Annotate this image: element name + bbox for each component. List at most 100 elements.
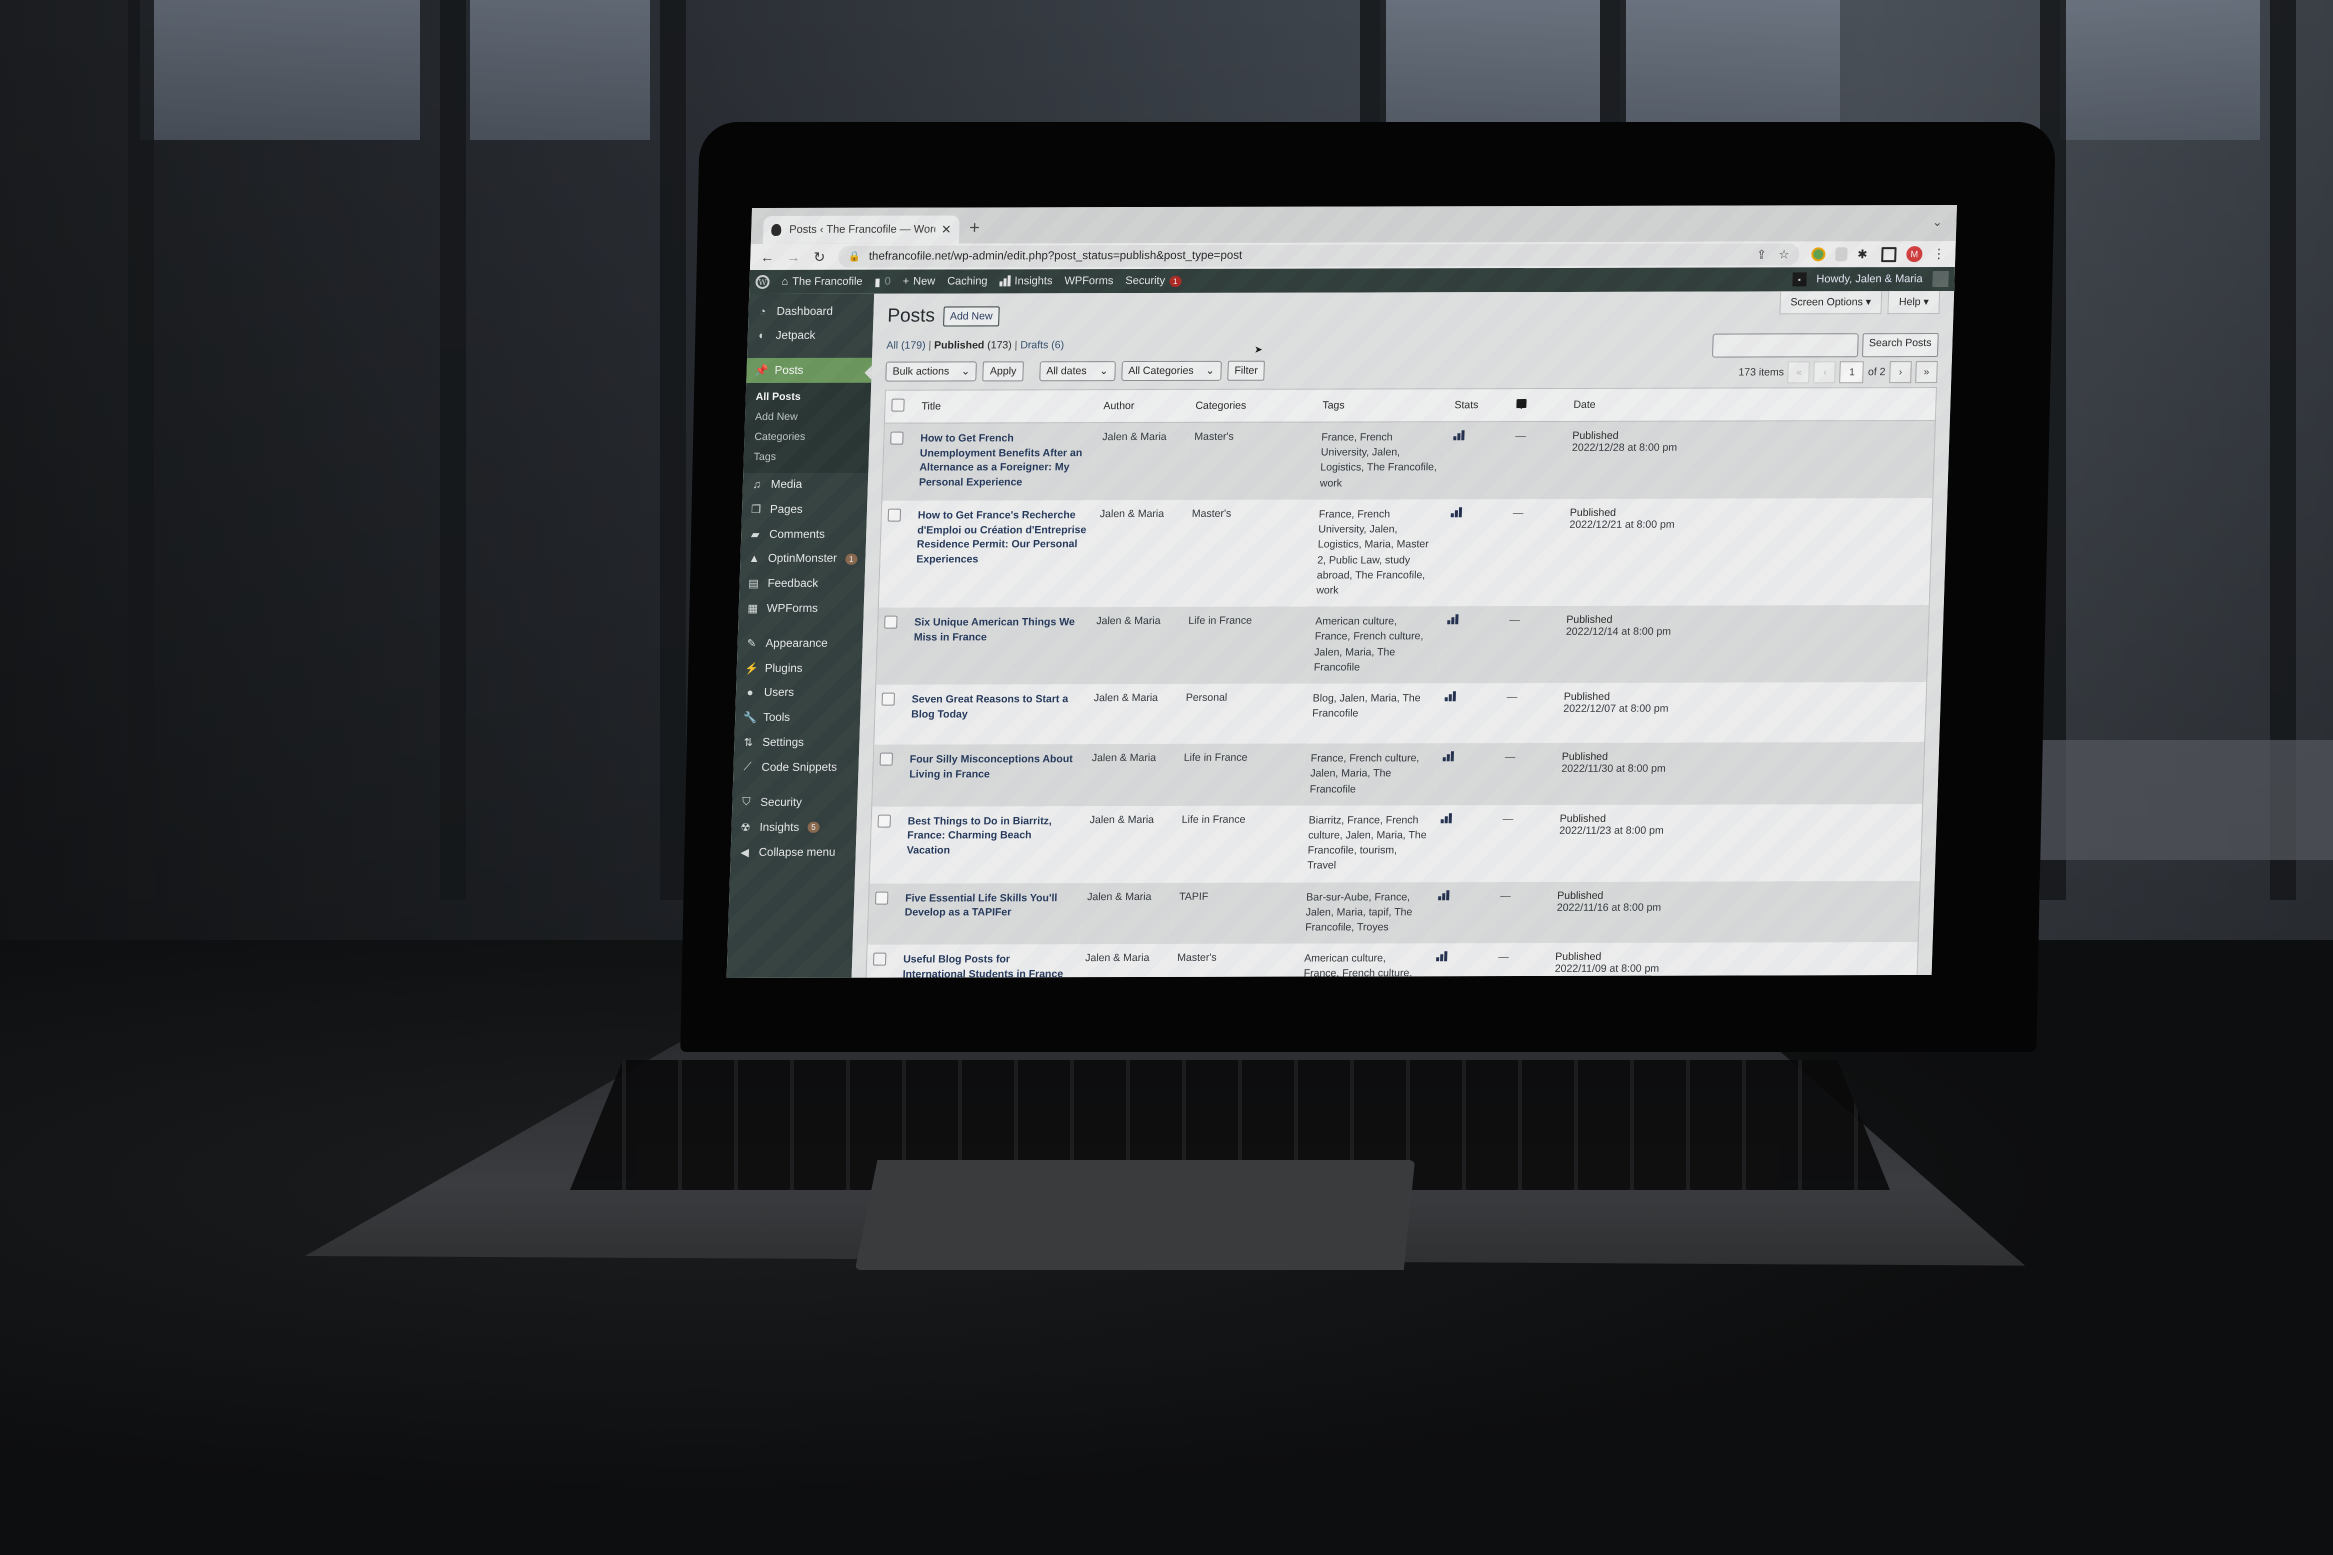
sidebar-item-users[interactable]: ● Users — [736, 681, 862, 705]
submenu-add-new[interactable]: Add New — [745, 407, 871, 427]
submenu-all-posts[interactable]: All Posts — [745, 387, 871, 407]
post-title-link[interactable]: Five Essential Life Skills You'll Develo… — [905, 892, 1058, 919]
post-author[interactable]: Jalen & Maria — [1088, 607, 1183, 685]
view-published[interactable]: Published (173) — [934, 339, 1012, 351]
admin-bar-security[interactable]: Security 1 — [1125, 275, 1182, 287]
post-tags[interactable]: American culture, France, French culture… — [1307, 606, 1442, 684]
account-greeting[interactable]: Howdy, Jalen & Maria — [1816, 273, 1923, 285]
dates-filter-select[interactable]: All dates ⌄ — [1038, 361, 1116, 382]
stats-bar-chart-icon[interactable] — [1440, 812, 1452, 823]
forward-icon[interactable]: → — [786, 249, 801, 265]
sidebar-item-code-snippets[interactable]: ⟋ Code Snippets — [733, 755, 859, 780]
categories-filter-select[interactable]: All Categories ⌄ — [1120, 360, 1222, 382]
post-author[interactable]: Jalen & Maria — [1084, 743, 1179, 806]
add-new-button[interactable]: Add New — [942, 306, 1000, 327]
row-checkbox[interactable] — [890, 431, 904, 445]
browser-tab[interactable]: Posts ‹ The Francofile — WordPress ✕ — [762, 215, 960, 244]
post-tags[interactable]: Blog, Jalen, Maria, The Francofile — [1305, 683, 1439, 743]
share-icon[interactable]: ⇪ — [1756, 247, 1767, 261]
stats-bar-chart-icon[interactable] — [1450, 507, 1463, 518]
sidebar-item-security[interactable]: ⛉ Security — [732, 790, 858, 815]
profile-avatar[interactable]: M — [1906, 246, 1923, 263]
prev-page-button[interactable]: ‹ — [1813, 361, 1837, 384]
new-tab-icon[interactable]: + — [969, 217, 980, 238]
post-title-link[interactable]: Six Unique American Things We Miss in Fr… — [914, 616, 1075, 643]
search-input[interactable] — [1711, 333, 1859, 358]
sidebar-item-jetpack[interactable]: ◐ Jetpack — [747, 324, 873, 348]
apply-button[interactable]: Apply — [982, 361, 1024, 382]
post-title-link[interactable]: How to Get French Unemployment Benefits … — [919, 432, 1083, 488]
notification-icon[interactable]: ▪ — [1792, 272, 1807, 287]
sidebar-item-pages[interactable]: ❐ Pages — [742, 497, 868, 522]
post-author[interactable]: Jalen & Maria — [1086, 684, 1180, 744]
admin-bar-new[interactable]: + New — [903, 276, 936, 288]
chevron-down-icon[interactable]: ⌄ — [1932, 215, 1943, 229]
reload-icon[interactable]: ↻ — [812, 248, 827, 265]
admin-bar-insights[interactable]: Insights — [999, 275, 1053, 287]
sidebar-item-plugins[interactable]: ⚡ Plugins — [736, 656, 862, 681]
admin-bar-comments[interactable]: ▮ 0 — [874, 275, 891, 289]
post-category[interactable]: Life in France — [1174, 805, 1304, 882]
sidebar-item-tools[interactable]: 🔧 Tools — [735, 705, 861, 730]
stats-bar-chart-icon[interactable] — [1442, 751, 1455, 762]
side-panel-icon[interactable] — [1881, 246, 1897, 262]
admin-bar-site[interactable]: ⌂ The Francofile — [781, 276, 862, 288]
search-posts-button[interactable]: Search Posts — [1861, 333, 1939, 358]
puzzle-icon[interactable]: ✱ — [1857, 247, 1871, 261]
post-author[interactable]: Jalen & Maria — [1082, 806, 1177, 883]
extension-green-icon[interactable] — [1811, 247, 1826, 262]
account-avatar[interactable] — [1932, 271, 1949, 288]
stats-bar-chart-icon[interactable] — [1453, 430, 1465, 441]
post-category[interactable]: Master's — [1186, 422, 1316, 500]
stats-bar-chart-icon[interactable] — [1438, 889, 1450, 900]
close-tab-icon[interactable]: ✕ — [941, 223, 952, 237]
post-author[interactable]: Jalen & Maria — [1078, 944, 1172, 978]
stats-bar-chart-icon[interactable] — [1436, 951, 1448, 962]
post-author[interactable]: Jalen & Maria — [1079, 882, 1174, 945]
column-date[interactable]: Date — [1566, 387, 1937, 422]
post-tags[interactable]: Bar-sur-Aube, France, Jalen, Maria, tapi… — [1298, 881, 1433, 944]
row-checkbox[interactable] — [887, 508, 902, 522]
address-bar[interactable]: 🔒 thefrancofile.net/wp-admin/edit.php?po… — [838, 243, 1800, 268]
bulk-actions-select[interactable]: Bulk actions ⌄ — [885, 361, 978, 382]
post-title-link[interactable]: Best Things to Do in Biarritz, France: C… — [907, 815, 1052, 857]
next-page-button[interactable]: › — [1889, 361, 1912, 384]
post-category[interactable]: Personal — [1178, 684, 1307, 744]
screen-options-button[interactable]: Screen Options ▾ — [1779, 291, 1883, 315]
sidebar-item-media[interactable]: ♫ Media — [742, 473, 868, 497]
post-title-link[interactable]: Seven Great Reasons to Start a Blog Toda… — [911, 693, 1068, 720]
help-button[interactable]: Help ▾ — [1887, 291, 1941, 315]
post-category[interactable]: TAPIF — [1171, 882, 1301, 945]
sidebar-item-insights[interactable]: ☢ Insights 5 — [731, 815, 857, 840]
post-category[interactable]: Life in France — [1180, 606, 1310, 684]
extension-document-icon[interactable] — [1835, 247, 1848, 262]
sidebar-item-posts[interactable]: 📌 Posts — [746, 357, 873, 383]
submenu-categories[interactable]: Categories — [744, 427, 870, 447]
post-tags[interactable]: American culture, France, French culture… — [1297, 943, 1431, 978]
row-checkbox[interactable] — [884, 615, 898, 629]
sidebar-item-feedback[interactable]: ▤ Feedback — [739, 571, 865, 596]
sidebar-item-wpforms[interactable]: ▦ WPForms — [738, 596, 864, 621]
post-category[interactable]: Master's — [1183, 499, 1314, 607]
stats-bar-chart-icon[interactable] — [1447, 614, 1459, 625]
post-category[interactable]: Master's — [1170, 944, 1299, 978]
sidebar-item-appearance[interactable]: ✎ Appearance — [737, 631, 863, 656]
post-title-link[interactable]: Useful Blog Posts for International Stud… — [902, 954, 1063, 978]
select-all-checkbox[interactable] — [891, 398, 905, 412]
post-category[interactable]: Life in France — [1176, 743, 1306, 806]
filter-button[interactable]: Filter — [1227, 360, 1266, 381]
star-icon[interactable]: ☆ — [1778, 247, 1789, 261]
post-tags[interactable]: Biarritz, France, French culture, Jalen,… — [1301, 805, 1436, 882]
sidebar-collapse-menu[interactable]: ◀ Collapse menu — [730, 840, 856, 865]
post-tags[interactable]: France, French University, Jalen, Logist… — [1313, 421, 1448, 500]
row-checkbox[interactable] — [872, 952, 887, 966]
sidebar-item-dashboard[interactable]: ◔ Dashboard — [748, 300, 874, 324]
sidebar-item-settings[interactable]: ⇅ Settings — [734, 730, 860, 755]
row-checkbox[interactable] — [877, 814, 891, 828]
column-title[interactable]: Title — [914, 389, 1098, 424]
first-page-button[interactable]: « — [1787, 361, 1811, 384]
submenu-tags[interactable]: Tags — [743, 447, 869, 467]
stats-bar-chart-icon[interactable] — [1444, 691, 1456, 702]
row-checkbox[interactable] — [879, 752, 894, 766]
post-author[interactable]: Jalen & Maria — [1091, 500, 1187, 608]
